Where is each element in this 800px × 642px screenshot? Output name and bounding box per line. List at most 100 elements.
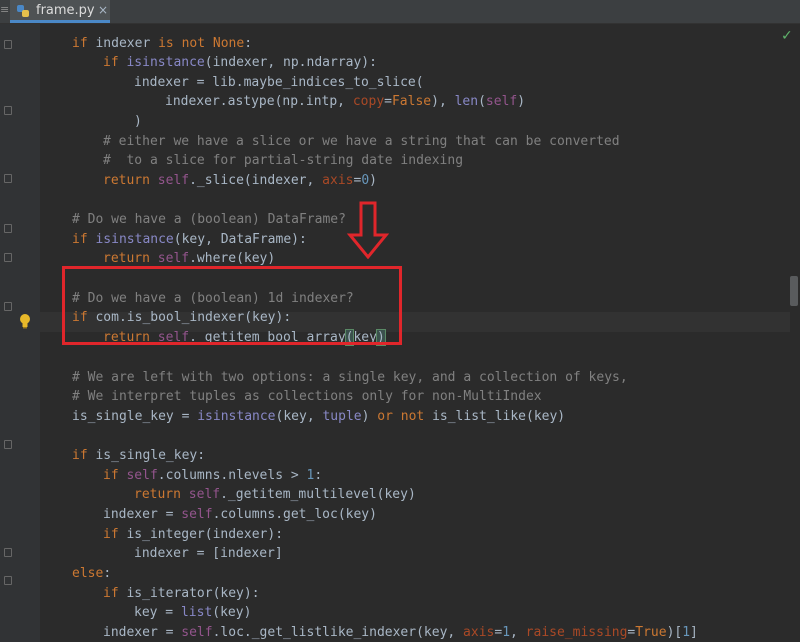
tab-label: frame.py (36, 3, 95, 18)
code-token: self (158, 173, 189, 188)
code-line[interactable]: if self.columns.nlevels > 1: (103, 466, 322, 485)
code-token: return (103, 173, 158, 188)
code-token: copy (353, 94, 384, 109)
fold-marker-icon[interactable] (4, 224, 12, 233)
code-token: ), (431, 94, 454, 109)
code-token: self (158, 251, 189, 266)
code-line[interactable]: # Do we have a (boolean) DataFrame? (72, 210, 346, 229)
code-token: indexer (95, 36, 158, 51)
code-token: is_single_key = (72, 409, 197, 424)
code-token: axis (322, 173, 353, 188)
code-line[interactable]: # to a slice for partial-string date ind… (103, 151, 463, 170)
vertical-scrollbar-thumb[interactable] (790, 276, 798, 306)
editor-tab-bar: ≡ frame.py × (0, 0, 800, 24)
code-line[interactable]: indexer = self.columns.get_loc(key) (103, 505, 377, 524)
code-line[interactable]: # We are left with two options: a single… (72, 368, 628, 387)
tab-frame-py[interactable]: frame.py × (10, 0, 110, 23)
code-token: False (392, 94, 431, 109)
code-token: 1 (682, 625, 690, 640)
code-line[interactable]: if is_integer(indexer): (103, 525, 283, 544)
code-token: self (486, 94, 517, 109)
code-token: if (72, 36, 95, 51)
code-token: is_integer(indexer): (126, 527, 283, 542)
code-token: is_single_key: (95, 448, 205, 463)
code-token: is_list_like(key) (432, 409, 565, 424)
code-line[interactable]: if is_single_key: (72, 446, 205, 465)
code-line[interactable]: indexer.astype(np.intp, copy=False), len… (165, 92, 525, 111)
code-token: (indexer, np.ndarray): (205, 55, 377, 70)
code-token: (key, (276, 409, 323, 424)
code-line[interactable]: indexer = [indexer] (134, 544, 283, 563)
code-token: : (103, 566, 111, 581)
code-line[interactable]: key = list(key) (134, 603, 251, 622)
code-line[interactable]: if isinstance(key, DataFrame): (72, 230, 307, 249)
code-line[interactable]: is_single_key = isinstance(key, tuple) o… (72, 407, 565, 426)
code-token: , (510, 625, 526, 640)
code-line[interactable]: if is_iterator(key): (103, 584, 260, 603)
code-token: isinstance (197, 409, 275, 424)
code-line[interactable]: indexer = lib.maybe_indices_to_slice( (134, 73, 424, 92)
code-token: ( (478, 94, 486, 109)
code-token: ) (369, 173, 377, 188)
code-token: if (103, 468, 126, 483)
code-token: self (189, 487, 220, 502)
code-token: tuple (322, 409, 361, 424)
code-token: indexer = lib.maybe_indices_to_slice( (134, 75, 424, 90)
code-line[interactable]: if indexer is not None: (72, 34, 252, 53)
code-token: = (494, 625, 502, 640)
code-token: .where(key) (189, 251, 275, 266)
close-icon[interactable]: × (98, 3, 108, 17)
code-line[interactable]: return self._slice(indexer, axis=0) (103, 171, 377, 190)
fold-marker-icon[interactable] (4, 106, 12, 115)
code-token: .columns.get_loc(key) (213, 507, 377, 522)
code-token: key = (134, 605, 181, 620)
fold-marker-icon[interactable] (4, 302, 12, 311)
python-file-icon (16, 4, 30, 18)
code-token: isinstance (126, 55, 204, 70)
tab-scroll-icon[interactable]: ≡ (0, 3, 9, 16)
code-line[interactable]: ) (134, 112, 142, 131)
code-token: indexer = (103, 507, 181, 522)
code-token: (key) (212, 605, 251, 620)
code-line[interactable]: else: (72, 564, 111, 583)
code-token: if (103, 55, 126, 70)
inspection-ok-icon[interactable]: ✓ (781, 28, 793, 44)
code-token: indexer.astype(np.intp, (165, 94, 353, 109)
code-line[interactable]: return self._getitem_multilevel(key) (134, 485, 416, 504)
code-token: True (635, 625, 666, 640)
code-token: .columns.nlevels > (158, 468, 307, 483)
fold-marker-icon[interactable] (4, 576, 12, 585)
code-line[interactable]: if isinstance(indexer, np.ndarray): (103, 53, 377, 72)
code-token: .loc._get_listlike_indexer(key, (213, 625, 463, 640)
fold-marker-icon[interactable] (4, 548, 12, 557)
fold-marker-icon[interactable] (4, 440, 12, 449)
fold-marker-icon[interactable] (4, 174, 12, 183)
lightbulb-icon[interactable] (18, 313, 32, 329)
code-token: 1 (502, 625, 510, 640)
code-token: # to a slice for partial-string date ind… (103, 153, 463, 168)
code-token: ) (134, 114, 142, 129)
code-token: ) (517, 94, 525, 109)
code-token: return (134, 487, 189, 502)
code-token: is not None (158, 36, 244, 51)
code-token: list (181, 605, 212, 620)
code-line[interactable]: # either we have a slice or we have a st… (103, 132, 620, 151)
code-token: return (103, 251, 158, 266)
code-token: )[ (667, 625, 683, 640)
code-line[interactable]: indexer = self.loc._get_listlike_indexer… (103, 623, 698, 642)
code-token: ) (362, 409, 378, 424)
code-token: ._slice(indexer, (189, 173, 322, 188)
annotation-highlight-box (62, 266, 402, 345)
code-token: self (126, 468, 157, 483)
code-token: # Do we have a (boolean) DataFrame? (72, 212, 346, 227)
code-token: is_iterator(key): (126, 586, 259, 601)
annotation-arrow-icon (347, 201, 389, 259)
code-token: if (72, 232, 95, 247)
fold-marker-icon[interactable] (4, 40, 12, 49)
fold-marker-icon[interactable] (4, 253, 12, 262)
code-token: isinstance (95, 232, 173, 247)
code-line[interactable]: # We interpret tuples as collections onl… (72, 387, 542, 406)
code-token: = (384, 94, 392, 109)
code-token: indexer = [indexer] (134, 546, 283, 561)
code-token: len (455, 94, 478, 109)
